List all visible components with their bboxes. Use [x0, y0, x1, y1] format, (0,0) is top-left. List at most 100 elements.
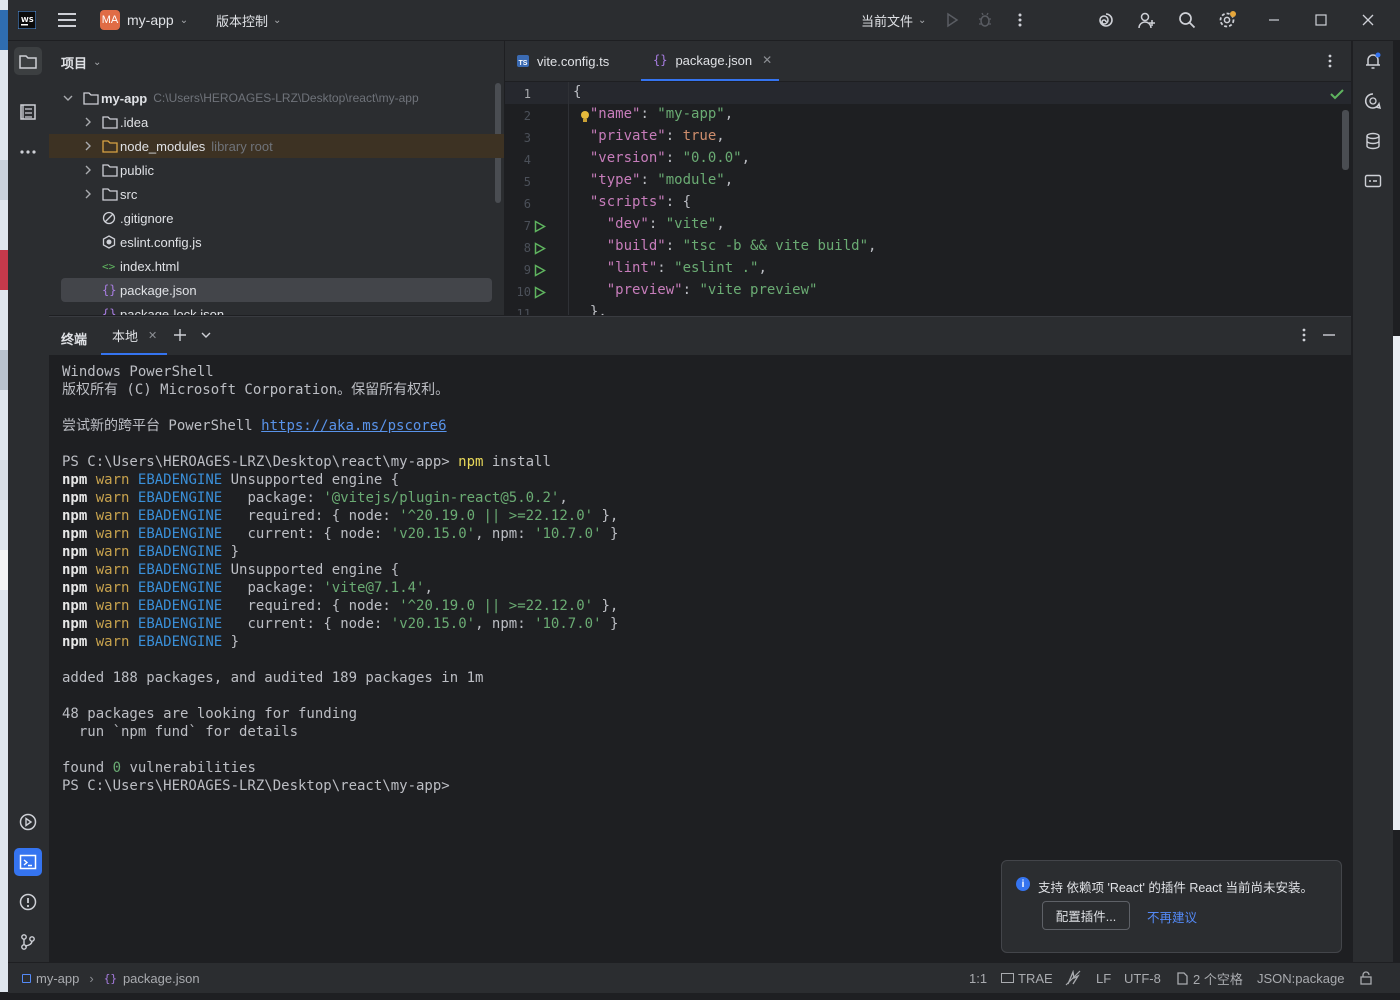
window-bottom-edge	[0, 992, 1400, 1000]
code-line: },	[573, 304, 607, 315]
ai-assistant-icon[interactable]	[1097, 0, 1115, 40]
vcs-menu[interactable]: 版本控制 ⌄	[216, 0, 281, 40]
chevron-down-icon: ⌄	[93, 57, 102, 68]
caret-position[interactable]: 1:1	[969, 963, 987, 993]
services-play-icon	[19, 813, 37, 831]
search-icon[interactable]	[1178, 0, 1196, 40]
html-icon: <>	[102, 259, 116, 273]
project-tool-button[interactable]	[14, 47, 42, 75]
terminal-tab-local[interactable]: 本地 ✕	[101, 317, 167, 355]
tree-item-gitignore[interactable]: .gitignore	[49, 206, 504, 230]
add-user-icon[interactable]	[1138, 0, 1156, 40]
dont-suggest-link[interactable]: 不再建议	[1147, 907, 1197, 926]
terminal-tool-button[interactable]	[14, 848, 42, 876]
editor-tab-bar: TS vite.config.ts {} package.json ✕	[505, 41, 1351, 82]
breadcrumb-file[interactable]: package.json	[123, 971, 200, 986]
read-only-lock-icon[interactable]	[1359, 963, 1373, 993]
tab-package-json[interactable]: {} package.json ✕	[641, 41, 779, 81]
main-menu-icon[interactable]	[58, 0, 76, 40]
more-horizontal-icon	[19, 149, 37, 155]
project-view-selector[interactable]: 项目 ⌄	[61, 53, 101, 72]
run-script-icon[interactable]	[534, 264, 546, 277]
indent-guide	[568, 82, 569, 315]
configure-plugins-button[interactable]: 配置插件...	[1042, 901, 1130, 930]
plugin-suggestion-notification: i 支持 依赖项 'React' 的插件 React 当前尚未安装。 配置插件.…	[1001, 860, 1342, 953]
terminal-line: 48 packages are looking for funding	[62, 706, 358, 722]
line-separator[interactable]: LF	[1096, 963, 1111, 993]
folder-icon	[102, 139, 118, 153]
terminal-line: npm warn EBADENGINE current: { node: 'v2…	[62, 526, 619, 542]
breadcrumb-project[interactable]: my-app	[36, 971, 79, 986]
tree-item-package-json[interactable]: {} package.json	[61, 278, 492, 302]
tree-item-index-html[interactable]: <> index.html	[49, 254, 504, 278]
code-line: "dev": "vite",	[606, 216, 725, 232]
problems-tool-button[interactable]	[14, 888, 42, 916]
power-save-icon[interactable]	[1065, 963, 1081, 993]
run-icon[interactable]	[944, 0, 960, 40]
tree-item-eslint-config[interactable]: eslint.config.js	[49, 230, 504, 254]
tree-item-package-lock-json[interactable]: {} package-lock.json	[49, 302, 504, 316]
run-script-icon[interactable]	[534, 220, 546, 233]
line-number: 10	[516, 285, 531, 299]
tree-item-hint: library root	[211, 138, 273, 154]
run-script-icon[interactable]	[534, 286, 546, 299]
ai-chat-tool-button[interactable]	[1359, 87, 1387, 115]
close-window-icon[interactable]	[1361, 0, 1375, 40]
close-tab-icon[interactable]: ✕	[762, 53, 772, 67]
tree-item-src[interactable]: src	[49, 182, 504, 206]
debug-icon[interactable]	[977, 0, 993, 40]
folder-icon	[102, 163, 118, 177]
close-tab-icon[interactable]: ✕	[148, 329, 157, 342]
left-tool-window-bar	[8, 41, 50, 962]
project-switcher[interactable]: MA my-app ⌄	[100, 0, 188, 40]
run-script-icon[interactable]	[534, 242, 546, 255]
tree-item-node-modules[interactable]: node_modules library root	[49, 134, 504, 158]
remote-icon	[1364, 172, 1382, 190]
trae-widget[interactable]: TRAE	[1001, 963, 1053, 993]
hide-panel-icon[interactable]	[1322, 328, 1336, 342]
tree-item-my-app[interactable]: my-app C:\Users\HEROAGES-LRZ\Desktop\rea…	[49, 86, 504, 110]
project-badge: MA	[100, 10, 120, 30]
tree-item-label: node_modules	[120, 138, 206, 154]
indent-icon	[1176, 971, 1189, 985]
no-problems-check-icon	[1330, 88, 1344, 100]
code-editor[interactable]: 1 2 3 4 5 6 7 8 9 10 11 { "name": "my-app", "priva…	[505, 82, 1351, 315]
indent-settings[interactable]: 2 个空格	[1176, 963, 1243, 993]
ignore-file-icon	[102, 211, 116, 225]
git-tool-button[interactable]	[14, 928, 42, 956]
editor-scrollbar[interactable]	[1342, 110, 1349, 170]
notifications-tool-button[interactable]	[1359, 47, 1387, 75]
terminal-line: Windows PowerShell	[62, 364, 214, 380]
tree-item-idea[interactable]: .idea	[49, 110, 504, 134]
json-schema[interactable]: JSON:package	[1257, 963, 1344, 993]
settings-gear-icon[interactable]	[1217, 0, 1237, 40]
svg-text:WS: WS	[21, 16, 34, 24]
maximize-window-icon[interactable]	[1314, 0, 1328, 40]
tree-item-public[interactable]: public	[49, 158, 504, 182]
terminal-header: 终端 本地 ✕	[49, 317, 1351, 355]
new-terminal-tab-icon[interactable]	[173, 328, 187, 342]
run-configuration-selector[interactable]: 当前文件 ⌄	[861, 0, 926, 40]
file-encoding[interactable]: UTF-8	[1124, 963, 1161, 993]
remote-tool-button[interactable]	[1359, 167, 1387, 195]
tab-bar-more-icon[interactable]	[1323, 41, 1337, 81]
more-tool-windows-button[interactable]	[14, 138, 42, 166]
terminal-line: npm warn EBADENGINE package: '@vitejs/pl…	[62, 490, 568, 506]
terminal-line: added 188 packages, and audited 189 pack…	[62, 670, 484, 686]
terminal-options-icon[interactable]	[1297, 328, 1311, 342]
ai-chat-icon	[1364, 92, 1382, 110]
right-tool-window-bar	[1352, 41, 1393, 962]
tree-item-label: eslint.config.js	[120, 234, 202, 250]
line-number: 8	[523, 241, 531, 255]
structure-tool-button[interactable]	[14, 98, 42, 126]
services-tool-button[interactable]	[14, 808, 42, 836]
webstorm-logo-icon: WS	[18, 0, 36, 40]
tab-vite-config[interactable]: TS vite.config.ts	[517, 41, 609, 81]
minimize-window-icon[interactable]	[1267, 0, 1281, 40]
more-actions-icon[interactable]	[1012, 0, 1028, 40]
terminal-dropdown-chevron-icon[interactable]	[200, 329, 212, 341]
line-number: 4	[523, 153, 531, 167]
intention-bulb-icon[interactable]	[579, 110, 591, 124]
chevron-right-icon: ›	[89, 970, 94, 986]
database-tool-button[interactable]	[1359, 127, 1387, 155]
